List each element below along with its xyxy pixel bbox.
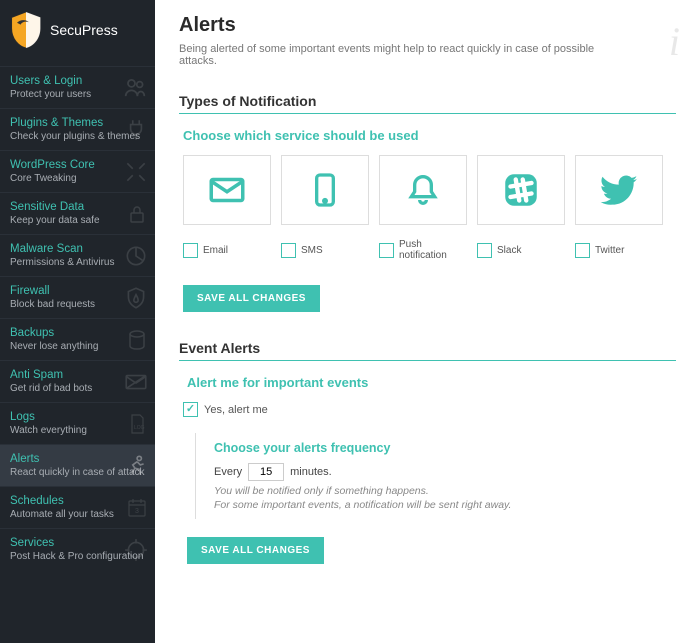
service-checkboxes: Email SMS Push notification Slack Twitte… bbox=[179, 239, 676, 261]
log-file-icon: LOG bbox=[125, 412, 149, 436]
checkbox-twitter[interactable] bbox=[575, 243, 590, 258]
service-tile-sms[interactable] bbox=[281, 155, 369, 225]
svg-text:3: 3 bbox=[135, 508, 139, 515]
frequency-hint-2: For some important events, a notificatio… bbox=[214, 499, 676, 511]
alert-me-label: Yes, alert me bbox=[204, 404, 268, 416]
slack-icon bbox=[500, 169, 542, 211]
sidebar-item-schedules[interactable]: Schedules Automate all your tasks 3 bbox=[0, 486, 155, 528]
sidebar: SecuPress Users & Login Protect your use… bbox=[0, 0, 155, 643]
radar-icon bbox=[123, 243, 149, 269]
frequency-minutes-label: minutes. bbox=[290, 466, 332, 478]
sidebar-item-logs[interactable]: Logs Watch everything LOG bbox=[0, 402, 155, 444]
frequency-title: Choose your alerts frequency bbox=[214, 441, 676, 455]
frequency-hint-1: You will be notified only if something h… bbox=[214, 485, 676, 497]
service-tile-email[interactable] bbox=[183, 155, 271, 225]
mail-icon bbox=[206, 169, 248, 211]
sidebar-item-anti-spam[interactable]: Anti Spam Get rid of bad bots bbox=[0, 360, 155, 402]
plug-icon bbox=[123, 117, 149, 143]
frequency-block: Choose your alerts frequency Every minut… bbox=[195, 433, 676, 519]
save-button-events[interactable]: SAVE ALL CHANGES bbox=[187, 537, 324, 564]
twitter-icon bbox=[597, 168, 641, 212]
sidebar-item-wordpress-core[interactable]: WordPress Core Core Tweaking bbox=[0, 150, 155, 192]
service-tiles bbox=[179, 155, 676, 225]
checkbox-slack[interactable] bbox=[477, 243, 492, 258]
users-icon bbox=[121, 74, 149, 102]
shield-flame-icon bbox=[123, 285, 149, 311]
service-tile-twitter[interactable] bbox=[575, 155, 663, 225]
checkbox-label: Twitter bbox=[595, 245, 624, 256]
section-title-notifications: Types of Notification bbox=[179, 93, 676, 109]
checkbox-label: Email bbox=[203, 245, 228, 256]
lock-icon bbox=[125, 202, 149, 226]
checkbox-label: SMS bbox=[301, 245, 323, 256]
crosshair-icon bbox=[123, 537, 149, 563]
checkbox-alert-me[interactable] bbox=[183, 402, 198, 417]
calendar-icon: 3 bbox=[125, 496, 149, 520]
database-icon bbox=[125, 328, 149, 352]
sidebar-item-firewall[interactable]: Firewall Block bad requests bbox=[0, 276, 155, 318]
phone-icon bbox=[305, 170, 345, 210]
page-title: Alerts bbox=[179, 14, 676, 37]
envelope-blocked-icon bbox=[123, 369, 149, 395]
checkbox-label: Push notification bbox=[399, 239, 467, 261]
shield-logo-icon bbox=[8, 10, 44, 50]
running-person-icon bbox=[123, 453, 149, 479]
svg-text:LOG: LOG bbox=[134, 425, 145, 431]
sidebar-item-backups[interactable]: Backups Never lose anything bbox=[0, 318, 155, 360]
alert-me-heading: Alert me for important events bbox=[183, 375, 676, 390]
checkbox-push[interactable] bbox=[379, 243, 394, 258]
service-tile-slack[interactable] bbox=[477, 155, 565, 225]
sidebar-item-sensitive-data[interactable]: Sensitive Data Keep your data safe bbox=[0, 192, 155, 234]
sidebar-item-plugins-themes[interactable]: Plugins & Themes Check your plugins & th… bbox=[0, 108, 155, 150]
checkbox-label: Slack bbox=[497, 245, 521, 256]
bell-icon bbox=[403, 170, 443, 210]
frequency-every-label: Every bbox=[214, 466, 242, 478]
checkbox-sms[interactable] bbox=[281, 243, 296, 258]
brand-area: SecuPress bbox=[0, 0, 155, 66]
sidebar-item-alerts[interactable]: Alerts React quickly in case of attack bbox=[0, 444, 155, 486]
arrows-icon bbox=[123, 159, 149, 185]
page-description: Being alerted of some important events m… bbox=[179, 43, 599, 67]
frequency-input[interactable] bbox=[248, 463, 284, 481]
save-button-notifications[interactable]: SAVE ALL CHANGES bbox=[183, 285, 320, 312]
sidebar-item-malware-scan[interactable]: Malware Scan Permissions & Antivirus bbox=[0, 234, 155, 276]
main-content: i Alerts Being alerted of some important… bbox=[155, 0, 700, 643]
sidebar-item-services[interactable]: Services Post Hack & Pro configuration bbox=[0, 528, 155, 570]
brand-name: SecuPress bbox=[50, 22, 118, 38]
info-icon: i bbox=[669, 18, 680, 65]
section-divider bbox=[179, 360, 676, 361]
sidebar-nav: Users & Login Protect your users Plugins… bbox=[0, 66, 155, 643]
section-title-events: Event Alerts bbox=[179, 340, 676, 356]
service-tile-push[interactable] bbox=[379, 155, 467, 225]
checkbox-email[interactable] bbox=[183, 243, 198, 258]
choose-service-heading: Choose which service should be used bbox=[179, 128, 676, 143]
section-divider bbox=[179, 113, 676, 114]
sidebar-item-users-login[interactable]: Users & Login Protect your users bbox=[0, 66, 155, 108]
